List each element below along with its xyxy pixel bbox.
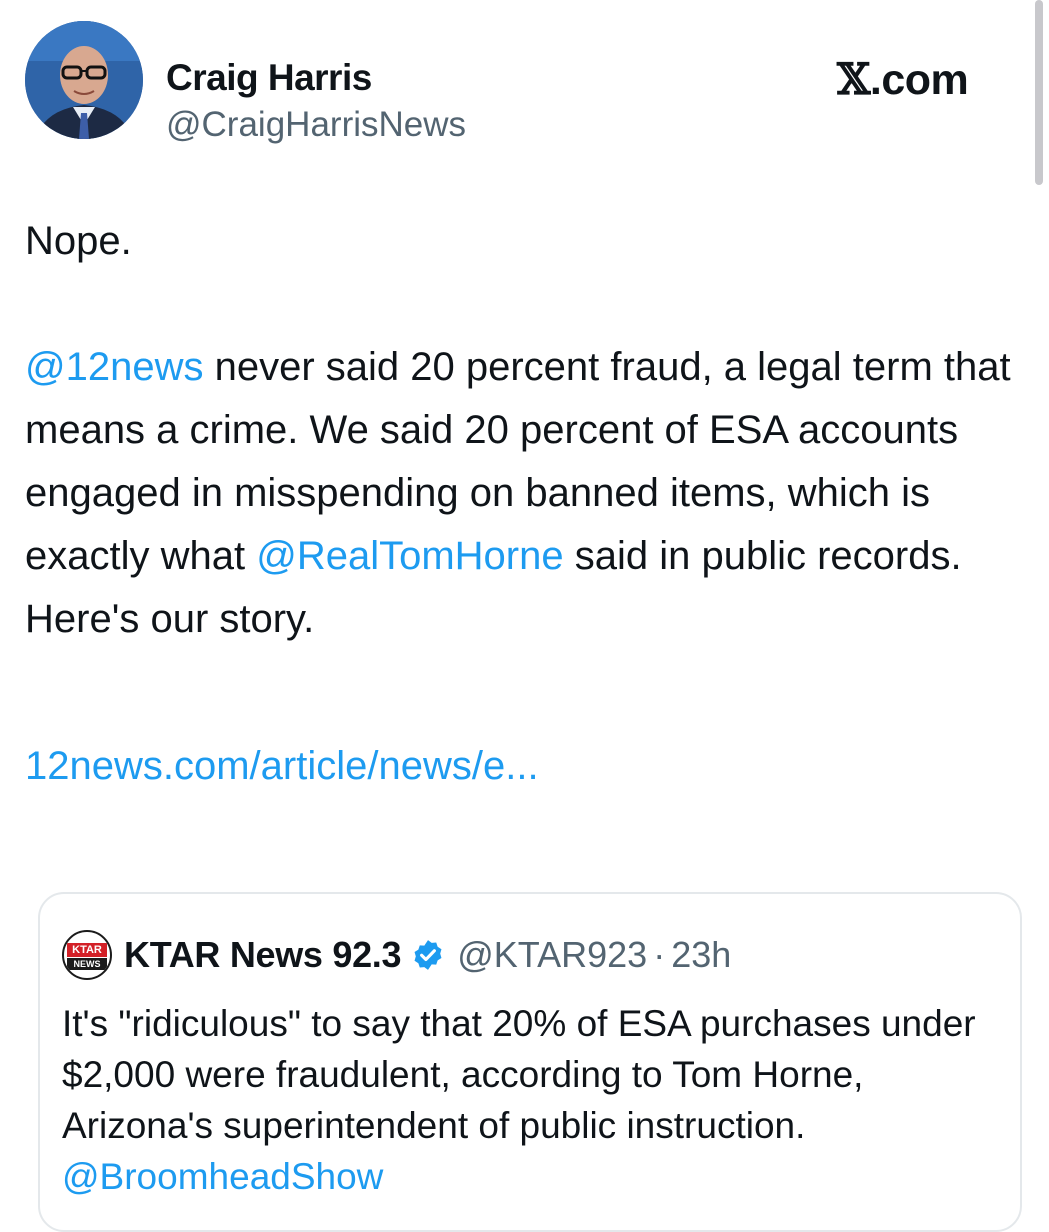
quoted-text-body: It's "ridiculous" to say that 20% of ESA… [62,1003,976,1146]
quoted-tweet[interactable]: KTAR NEWS KTAR News 92.3 @KTAR923 · 23h … [38,892,1022,1232]
author-name[interactable]: Craig Harris [166,57,372,99]
verified-badge-icon [411,938,445,972]
separator-dot: · [653,934,666,975]
tweet-header: Craig Harris @CraigHarrisNews 𝕏.com [25,21,1009,144]
quoted-timestamp[interactable]: 23h [671,934,731,976]
mention-realtomhorne[interactable]: @RealTomHorne [256,534,563,578]
author-handle[interactable]: @CraigHarrisNews [166,105,466,145]
quoted-tweet-text: It's "ridiculous" to say that 20% of ESA… [62,998,1002,1202]
mention-broomheadshow[interactable]: @BroomheadShow [62,1156,383,1197]
scrollbar[interactable] [1035,0,1043,185]
x-logo: 𝕏.com [837,55,969,105]
ktar-avatar[interactable]: KTAR NEWS [62,930,112,980]
author-avatar[interactable] [25,21,143,139]
tweet-body: Nope. @12news never said 20 percent frau… [25,210,1015,798]
quoted-author-name[interactable]: KTAR News 92.3 [124,934,402,976]
article-link[interactable]: 12news.com/article/news/e... [25,744,539,788]
quoted-tweet-header: KTAR NEWS KTAR News 92.3 @KTAR923 · 23h [62,930,731,980]
tweet-paragraph: @12news never said 20 percent fraud, a l… [25,336,1015,651]
quoted-author-handle[interactable]: @KTAR923 [457,934,647,976]
mention-12news[interactable]: @12news [25,345,203,389]
tweet-line: Nope. [25,219,132,263]
